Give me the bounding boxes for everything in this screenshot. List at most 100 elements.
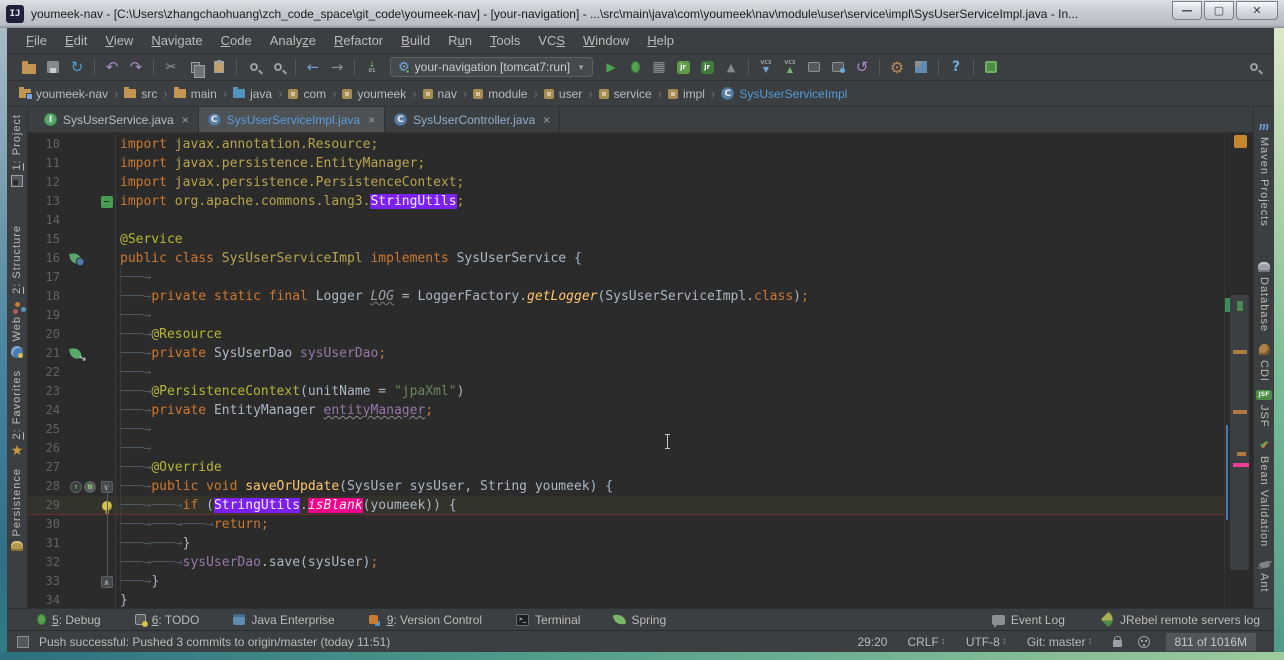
breadcrumb-service[interactable]: service bbox=[599, 87, 652, 101]
debug-icon[interactable] bbox=[626, 58, 644, 76]
help-icon[interactable]: ? bbox=[947, 58, 965, 76]
find-icon[interactable] bbox=[245, 58, 263, 76]
settings-icon[interactable]: ⚙ bbox=[888, 58, 906, 76]
vcs-commit-icon[interactable]: VCS▲ bbox=[781, 58, 799, 76]
toolwindow-button-mavenprojects[interactable]: mMaven Projects bbox=[1254, 120, 1274, 227]
toolwindow-button-terminal[interactable]: >_Terminal bbox=[516, 613, 580, 627]
rollback-icon[interactable]: ↺ bbox=[853, 58, 871, 76]
profile-icon[interactable]: ▲ bbox=[722, 58, 740, 76]
breadcrumb-youmeek[interactable]: youmeek bbox=[342, 87, 406, 101]
close-button[interactable]: ✕ bbox=[1236, 1, 1278, 20]
breadcrumb-src[interactable]: src bbox=[124, 87, 157, 101]
run-icon[interactable]: ▶ bbox=[602, 58, 620, 76]
back-icon[interactable]: ← bbox=[304, 58, 322, 76]
toolwindow-button-debug[interactable]: 5: Debug bbox=[37, 613, 101, 627]
menu-refactor[interactable]: Refactor bbox=[325, 29, 392, 53]
menu-build[interactable]: Build bbox=[392, 29, 439, 53]
breadcrumb-java[interactable]: java bbox=[233, 87, 272, 101]
tab-SysUserService.java[interactable]: ISysUserService.java× bbox=[35, 107, 199, 132]
menu-run[interactable]: Run bbox=[439, 29, 481, 53]
editor[interactable]: 10import javax.annotation.Resource;11imp… bbox=[28, 133, 1224, 608]
toolwindow-button-todo[interactable]: 6: TODO bbox=[135, 613, 200, 627]
replace-icon[interactable] bbox=[269, 58, 287, 76]
breadcrumb-module[interactable]: module bbox=[473, 87, 527, 101]
readonly-lock-icon[interactable] bbox=[1113, 640, 1122, 647]
hector-inspector-icon[interactable] bbox=[1138, 636, 1150, 648]
stripe-mark-warning2[interactable] bbox=[1233, 410, 1247, 414]
memory-indicator[interactable]: 811 of 1016M bbox=[1166, 633, 1257, 651]
encoding-widget[interactable]: UTF-8↕ bbox=[966, 635, 1007, 649]
menu-navigate[interactable]: Navigate bbox=[142, 29, 211, 53]
toolwindow-button-project[interactable]: 1: Project bbox=[7, 114, 27, 187]
bytecode-icon[interactable]: ↓01 bbox=[363, 58, 381, 76]
vcs-update-icon[interactable]: VCS▼ bbox=[757, 58, 775, 76]
maximize-button[interactable]: ▢ bbox=[1204, 1, 1234, 20]
run-configuration-select[interactable]: ⚙your-navigation [tomcat7:run]▼ bbox=[390, 57, 593, 77]
coverage-icon[interactable]: ▦ bbox=[650, 58, 668, 76]
menu-help[interactable]: Help bbox=[638, 29, 683, 53]
toolwindow-button-versioncontrol[interactable]: 9: Version Control bbox=[369, 613, 482, 627]
spring-bean-gutter-icon[interactable] bbox=[69, 252, 82, 265]
tab-close-icon[interactable]: × bbox=[368, 113, 375, 127]
toolwindow-button-ant[interactable]: Ant bbox=[1254, 562, 1274, 593]
toolwindow-button-jrebelremoteserverslog[interactable]: JRebel remote servers log bbox=[1103, 613, 1260, 627]
toolwindow-button-web[interactable]: Web bbox=[7, 316, 27, 358]
toolwindow-button-database[interactable]: Database bbox=[1254, 262, 1274, 332]
toolwindow-button-beanvalidation[interactable]: ✔Bean Validation bbox=[1254, 440, 1274, 547]
git-branch-widget[interactable]: Git: master↕ bbox=[1027, 635, 1093, 649]
stripe-mark-green[interactable] bbox=[1225, 298, 1230, 312]
inspection-status-square[interactable] bbox=[1234, 135, 1247, 148]
stripe-mark-usage-pink[interactable] bbox=[1233, 463, 1249, 467]
breadcrumb-nav[interactable]: nav bbox=[423, 87, 457, 101]
breadcrumb-main[interactable]: main bbox=[174, 87, 217, 101]
forward-icon[interactable]: → bbox=[328, 58, 346, 76]
stash-icon[interactable] bbox=[805, 58, 823, 76]
jrebel-run-icon[interactable]: jr bbox=[674, 58, 692, 76]
spring-wire-gutter-icon[interactable] bbox=[69, 347, 82, 360]
breadcrumb-user[interactable]: user bbox=[544, 87, 582, 101]
menu-view[interactable]: View bbox=[96, 29, 142, 53]
toolwindow-button-spring[interactable]: Spring bbox=[614, 613, 666, 627]
tab-close-icon[interactable]: × bbox=[543, 113, 550, 127]
cut-icon[interactable]: ✂ bbox=[162, 58, 180, 76]
menu-tools[interactable]: Tools bbox=[481, 29, 529, 53]
breadcrumb-SysUserServiceImpl[interactable]: CSysUserServiceImpl bbox=[721, 87, 847, 101]
line-separator-widget[interactable]: CRLF↕ bbox=[907, 635, 945, 649]
redo-icon[interactable]: ↷ bbox=[127, 58, 145, 76]
menu-code[interactable]: Code bbox=[212, 29, 261, 53]
toolwindow-button-jsf[interactable]: JSFJSF bbox=[1254, 390, 1274, 428]
menu-file[interactable]: File bbox=[17, 29, 56, 53]
tab-close-icon[interactable]: × bbox=[182, 113, 189, 127]
breadcrumb-youmeek-nav[interactable]: youmeek-nav bbox=[19, 87, 108, 101]
toolwindow-button-favorites[interactable]: 2: Favorites★ bbox=[7, 370, 27, 456]
scrollbar-thumb[interactable] bbox=[1230, 295, 1249, 570]
sync-icon[interactable]: ↻ bbox=[68, 58, 86, 76]
shelve-icon[interactable] bbox=[829, 58, 847, 76]
minimize-button[interactable]: — bbox=[1172, 1, 1202, 20]
open-folder-icon[interactable] bbox=[20, 58, 38, 76]
tab-SysUserController.java[interactable]: CSysUserController.java× bbox=[385, 107, 560, 132]
toolwindow-button-eventlog[interactable]: Event Log bbox=[992, 613, 1065, 627]
menu-window[interactable]: Window bbox=[574, 29, 638, 53]
undo-icon[interactable]: ↶ bbox=[103, 58, 121, 76]
stripe-mark-warning3[interactable] bbox=[1237, 452, 1246, 456]
search-icon[interactable] bbox=[1245, 58, 1263, 76]
menu-analyze[interactable]: Analyze bbox=[261, 29, 325, 53]
toolwindow-button-structure[interactable]: 2: Structure bbox=[7, 225, 27, 310]
breadcrumb-impl[interactable]: impl bbox=[668, 87, 705, 101]
save-icon[interactable] bbox=[44, 58, 62, 76]
paste-icon[interactable] bbox=[210, 58, 228, 76]
menu-vcs[interactable]: VCS bbox=[529, 29, 574, 53]
toolwindow-button-cdi[interactable]: CDI bbox=[1254, 344, 1274, 382]
copy-icon[interactable] bbox=[186, 58, 204, 76]
jrebel-debug-icon[interactable]: jr bbox=[698, 58, 716, 76]
stripe-mark-warning1[interactable] bbox=[1233, 350, 1247, 354]
tab-SysUserServiceImpl.java[interactable]: CSysUserServiceImpl.java× bbox=[199, 107, 385, 132]
toolwindow-switcher-icon[interactable] bbox=[17, 636, 29, 648]
override-gutter-icon[interactable]: ↑ bbox=[70, 481, 82, 493]
caret-position-widget[interactable]: 29:20 bbox=[857, 635, 887, 649]
project-structure-icon[interactable] bbox=[912, 58, 930, 76]
menu-edit[interactable]: Edit bbox=[56, 29, 96, 53]
toolwindow-button-javaenterprise[interactable]: Java Enterprise bbox=[233, 613, 334, 627]
marker-m-gutter-icon[interactable]: m bbox=[84, 481, 96, 493]
